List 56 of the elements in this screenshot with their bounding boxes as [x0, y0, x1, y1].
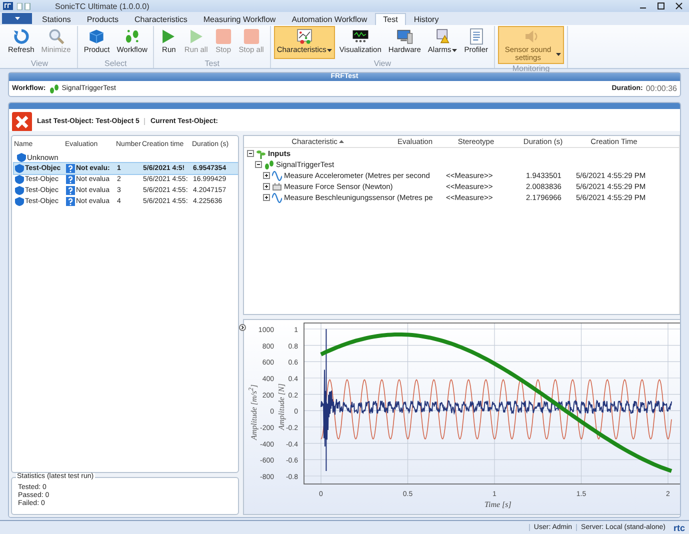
expand-icon[interactable]: [263, 194, 270, 201]
question-icon: [66, 186, 75, 195]
expand-icon[interactable]: [263, 172, 270, 179]
plant-icon: [256, 148, 266, 158]
axis-title: Amplitude [N]: [277, 384, 286, 430]
refresh-icon: [12, 28, 30, 45]
caret-icon: [452, 48, 458, 52]
failed-x-icon: [12, 112, 32, 132]
app-menu-button[interactable]: [2, 13, 32, 24]
question-icon: [66, 175, 75, 184]
ribbon-tab[interactable]: History: [406, 13, 447, 25]
company-logo: rtc: [672, 522, 686, 532]
ribbon-group-label: Test: [204, 59, 220, 68]
ribbon-tab[interactable]: Measuring Workflow: [195, 13, 284, 25]
quick-access-icon: [17, 2, 31, 10]
sensor-icon: [272, 182, 282, 192]
ribbon-tab[interactable]: Test: [375, 13, 406, 25]
ribbon-group-label: View: [372, 59, 392, 68]
scatter-chart-icon: [296, 28, 314, 45]
stop-icon: [242, 28, 260, 45]
magnifier-icon: [48, 28, 65, 45]
cube-icon: [88, 28, 106, 45]
ribbon-group-label: View: [30, 59, 50, 68]
footprints-icon: [48, 84, 59, 94]
play-icon: [188, 28, 205, 45]
wave-icon: [272, 192, 282, 202]
ribbon-group-label: Select: [104, 59, 128, 68]
question-icon: [66, 197, 75, 206]
stop-icon: [214, 28, 232, 45]
speaker-icon: [522, 28, 540, 45]
ribbon-tab[interactable]: Stations: [34, 13, 79, 25]
app-logo-icon: [3, 2, 13, 10]
collapse-icon[interactable]: [255, 161, 262, 168]
window-title: SonicTC Ultimate (1.0.0.0): [54, 2, 150, 10]
caret-icon: [14, 17, 20, 20]
alarm-icon: [434, 28, 452, 45]
list-icon: [468, 28, 485, 45]
computer-icon: [396, 28, 414, 45]
maximize-icon[interactable]: [657, 2, 665, 10]
footprints-icon: [264, 160, 274, 170]
question-icon: [66, 164, 75, 173]
duration-value: 00:00:36: [646, 84, 677, 93]
ribbon-tab[interactable]: Products: [78, 13, 126, 25]
collapse-icon[interactable]: [247, 150, 254, 157]
axis-title: Time [s]: [484, 500, 512, 509]
expand-icon[interactable]: [263, 183, 270, 190]
ribbon-group-label: Monitoring: [511, 64, 551, 73]
oscilloscope-icon: [352, 28, 369, 45]
footprints-icon: [124, 28, 141, 45]
caret-icon: [556, 52, 562, 56]
wave-icon: [272, 170, 282, 180]
ribbon-tab[interactable]: Automation Workflow: [284, 13, 376, 25]
sort-icon: [339, 140, 344, 143]
caret-icon: [327, 48, 332, 52]
close-icon[interactable]: [675, 2, 683, 10]
ribbon-tab[interactable]: Characteristics: [126, 13, 196, 25]
